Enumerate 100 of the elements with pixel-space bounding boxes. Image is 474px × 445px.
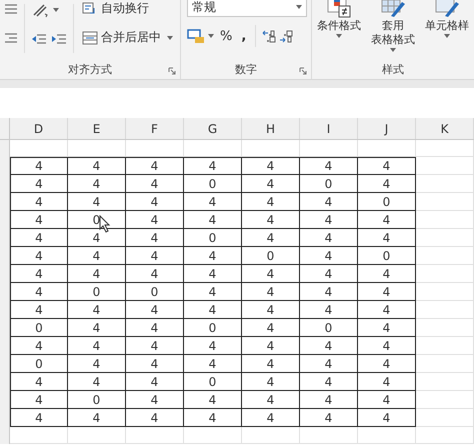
table-cell: 4	[300, 211, 358, 229]
table-cell: 4	[300, 337, 358, 355]
table-format-icon[interactable]	[380, 0, 406, 18]
decrease-indent-icon[interactable]	[31, 32, 47, 44]
table-cell: 4	[242, 409, 300, 427]
grid-cell	[416, 265, 474, 283]
table-cell: 4	[358, 409, 416, 427]
table-cell: 4	[184, 247, 242, 265]
grid-cell	[416, 247, 474, 265]
table-cell: 4	[126, 373, 184, 391]
column-header[interactable]: K	[416, 118, 474, 139]
table-cell: 4	[10, 301, 68, 319]
grid-cell	[10, 427, 68, 444]
table-cell: 4	[68, 337, 126, 355]
table-cell: 0	[126, 283, 184, 301]
increase-decimal-icon[interactable]	[279, 29, 294, 43]
table-cell: 4	[300, 391, 358, 409]
table-cell: 4	[300, 301, 358, 319]
percent-button[interactable]: %	[217, 28, 236, 44]
table-cell: 4	[242, 211, 300, 229]
orientation-icon[interactable]	[31, 2, 49, 18]
mouse-pointer-icon	[99, 215, 111, 233]
style-button[interactable]: 套用 表格格式	[371, 19, 415, 47]
table-cell: 4	[242, 373, 300, 391]
caret-icon[interactable]	[53, 8, 59, 12]
merge-cells-icon	[82, 30, 98, 44]
align-icon[interactable]	[4, 32, 18, 44]
table-cell: 4	[300, 193, 358, 211]
caret-icon	[296, 5, 302, 9]
table-cell: 4	[184, 193, 242, 211]
grid-cell	[416, 301, 474, 319]
caret-icon[interactable]	[390, 48, 396, 52]
table-cell: 0	[68, 283, 126, 301]
style-button[interactable]: 单元格样	[425, 19, 469, 33]
grid-cell	[416, 355, 474, 373]
table-cell: 4	[242, 355, 300, 373]
table-cell: 4	[184, 391, 242, 409]
table-cell: 0	[300, 175, 358, 193]
group-label: 对齐方式	[68, 62, 112, 76]
dialog-launcher-icon[interactable]	[299, 67, 307, 75]
caret-icon[interactable]	[444, 34, 450, 38]
table-cell: 4	[300, 247, 358, 265]
table-cell: 4	[10, 193, 68, 211]
wrap-text-button[interactable]: 自动换行	[80, 0, 151, 18]
increase-indent-icon[interactable]	[51, 32, 67, 44]
grid-cell	[416, 193, 474, 211]
grid-cell	[416, 229, 474, 247]
align-icon[interactable]	[4, 2, 18, 14]
table-cell: 0	[184, 373, 242, 391]
grid-cell	[242, 140, 300, 157]
table-cell: 4	[10, 373, 68, 391]
grid-cell	[10, 140, 68, 157]
column-header[interactable]: E	[68, 118, 126, 139]
table-cell: 4	[242, 229, 300, 247]
merge-center-button[interactable]: 合并后居中	[80, 28, 163, 47]
grid-cell	[416, 409, 474, 427]
table-cell: 4	[358, 229, 416, 247]
style-button[interactable]: 条件格式	[317, 19, 361, 33]
table-cell: 0	[358, 193, 416, 211]
column-header[interactable]: D	[10, 118, 68, 139]
table-cell: 4	[10, 283, 68, 301]
column-header[interactable]: J	[358, 118, 416, 139]
grid-cell	[416, 157, 474, 175]
grid-cell	[416, 391, 474, 409]
table-cell: 4	[358, 319, 416, 337]
grid-cell	[416, 427, 474, 444]
table-cell: 4	[126, 193, 184, 211]
table-cell: 4	[184, 409, 242, 427]
caret-icon[interactable]	[167, 36, 173, 40]
dialog-launcher-icon[interactable]	[168, 67, 176, 75]
table-cell: 4	[126, 229, 184, 247]
table-cell: 4	[126, 247, 184, 265]
table-cell: 4	[300, 229, 358, 247]
table-cell: 0	[184, 229, 242, 247]
grid-cell	[416, 283, 474, 301]
decrease-decimal-icon[interactable]	[262, 29, 276, 43]
table-cell: 4	[242, 337, 300, 355]
caret-icon[interactable]	[336, 34, 342, 38]
table-cell: 4	[10, 337, 68, 355]
table-cell: 4	[68, 157, 126, 175]
table-cell: 4	[68, 409, 126, 427]
column-header[interactable]: G	[184, 118, 242, 139]
table-cell: 4	[184, 337, 242, 355]
table-cell: 4	[68, 301, 126, 319]
comma-button[interactable]: ,	[238, 28, 250, 44]
table-cell: 4	[126, 157, 184, 175]
conditional-format-icon[interactable]	[326, 0, 352, 18]
caret-icon[interactable]	[208, 34, 214, 38]
table-cell: 4	[358, 337, 416, 355]
table-cell: 4	[242, 175, 300, 193]
number-format-dropdown[interactable]: 常规	[187, 0, 307, 17]
cell-style-icon[interactable]	[434, 0, 460, 18]
table-cell: 4	[126, 409, 184, 427]
grid-cell	[68, 427, 126, 444]
table-cell: 4	[358, 301, 416, 319]
currency-icon[interactable]	[187, 28, 205, 44]
table-cell: 4	[68, 319, 126, 337]
column-header[interactable]: F	[126, 118, 184, 139]
column-header[interactable]: I	[300, 118, 358, 139]
column-header[interactable]: H	[242, 118, 300, 139]
